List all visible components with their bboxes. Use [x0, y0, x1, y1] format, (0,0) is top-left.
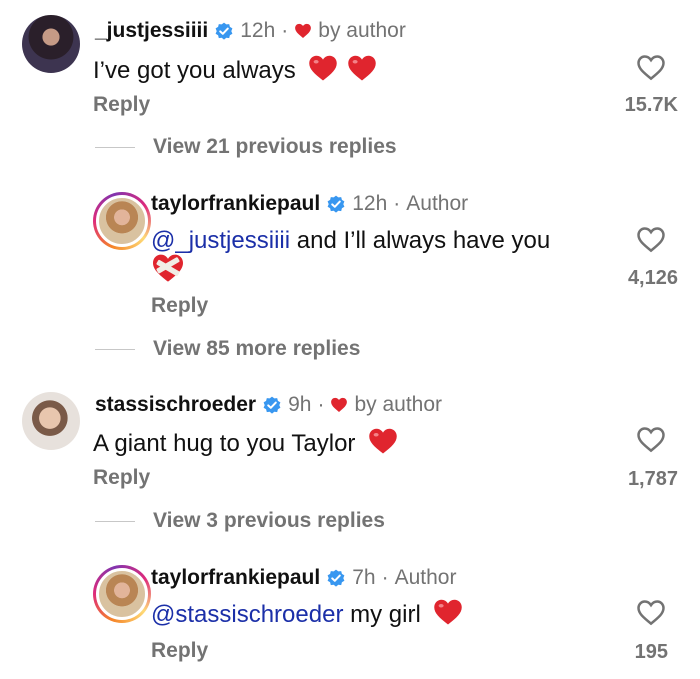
- like-count: 1,787: [627, 468, 678, 490]
- liked-by-author-label: by author: [318, 19, 406, 42]
- divider: [95, 146, 135, 148]
- liked-by-author-heart-icon: [295, 23, 312, 38]
- view-previous-replies[interactable]: View 3 previous replies: [95, 509, 385, 533]
- like-count: 4,126: [627, 267, 678, 289]
- separator: ·: [281, 19, 289, 42]
- comment-body: A giant hug to you Taylor: [93, 430, 356, 457]
- view-more-replies[interactable]: View 85 more replies: [95, 337, 360, 361]
- like-heart-outline-icon[interactable]: [636, 598, 666, 626]
- reply-button[interactable]: Reply: [93, 93, 150, 117]
- like-heart-outline-icon[interactable]: [636, 53, 666, 81]
- divider: [95, 520, 135, 522]
- avatar[interactable]: [22, 392, 80, 450]
- author-tag: Author: [394, 566, 457, 589]
- comment-meta: taylorfrankiepaul 7h · Author: [151, 566, 456, 590]
- comment-text: I’ve got you always: [93, 54, 377, 85]
- verified-badge-icon: [263, 396, 281, 414]
- separator: ·: [381, 566, 389, 589]
- divider: [95, 348, 135, 350]
- view-previous-replies[interactable]: View 21 previous replies: [95, 135, 397, 159]
- comment-body: my girl: [343, 601, 421, 628]
- mention-link[interactable]: @_justjessiiii: [151, 227, 290, 254]
- username[interactable]: _justjessiiii: [95, 19, 208, 43]
- liked-by-author-heart-icon: [331, 397, 348, 412]
- username[interactable]: taylorfrankiepaul: [151, 192, 320, 216]
- like-heart-outline-icon[interactable]: [636, 425, 666, 453]
- comment-text: @_justjessiiii and I’ll always have you: [151, 227, 550, 255]
- heart-emoji-icon: [309, 55, 338, 81]
- timestamp: 7h: [352, 566, 376, 589]
- username[interactable]: stassischroeder: [95, 393, 256, 417]
- reply-button[interactable]: Reply: [151, 294, 208, 318]
- username[interactable]: taylorfrankiepaul: [151, 566, 320, 590]
- mention-link[interactable]: @stassischroeder: [151, 601, 343, 628]
- separator: ·: [393, 192, 401, 215]
- like-heart-outline-icon[interactable]: [636, 225, 666, 253]
- verified-badge-icon: [215, 22, 233, 40]
- avatar[interactable]: [93, 192, 151, 250]
- avatar[interactable]: [22, 15, 80, 73]
- avatar[interactable]: [93, 565, 151, 623]
- timestamp: 12h: [240, 19, 276, 42]
- comment-meta: stassischroeder 9h · by author: [95, 393, 442, 417]
- comment-body: I’ve got you always: [93, 57, 296, 84]
- reply-button[interactable]: Reply: [151, 639, 208, 663]
- verified-badge-icon: [327, 195, 345, 213]
- comment-text: @stassischroeder my girl: [151, 598, 463, 629]
- view-replies-label[interactable]: View 85 more replies: [153, 337, 360, 361]
- comment-text: A giant hug to you Taylor: [93, 427, 398, 458]
- comment-meta: _justjessiiii 12h · by author: [95, 19, 406, 43]
- like-count: 195: [634, 641, 668, 663]
- timestamp: 12h: [352, 192, 388, 215]
- timestamp: 9h: [288, 393, 312, 416]
- view-replies-label[interactable]: View 21 previous replies: [153, 135, 397, 159]
- like-count: 15.7K: [624, 94, 678, 116]
- mending-heart-emoji-icon: [153, 254, 183, 282]
- view-replies-label[interactable]: View 3 previous replies: [153, 509, 385, 533]
- liked-by-author-label: by author: [354, 393, 443, 416]
- verified-badge-icon: [327, 569, 345, 587]
- heart-emoji-icon: [369, 428, 397, 454]
- comment-meta: taylorfrankiepaul 12h · Author: [151, 192, 468, 216]
- separator: ·: [317, 393, 325, 416]
- heart-emoji-icon: [434, 599, 463, 625]
- comment-body: and I’ll always have you: [290, 227, 551, 254]
- heart-emoji-icon: [348, 55, 376, 81]
- reply-button[interactable]: Reply: [93, 466, 150, 490]
- author-tag: Author: [406, 192, 469, 215]
